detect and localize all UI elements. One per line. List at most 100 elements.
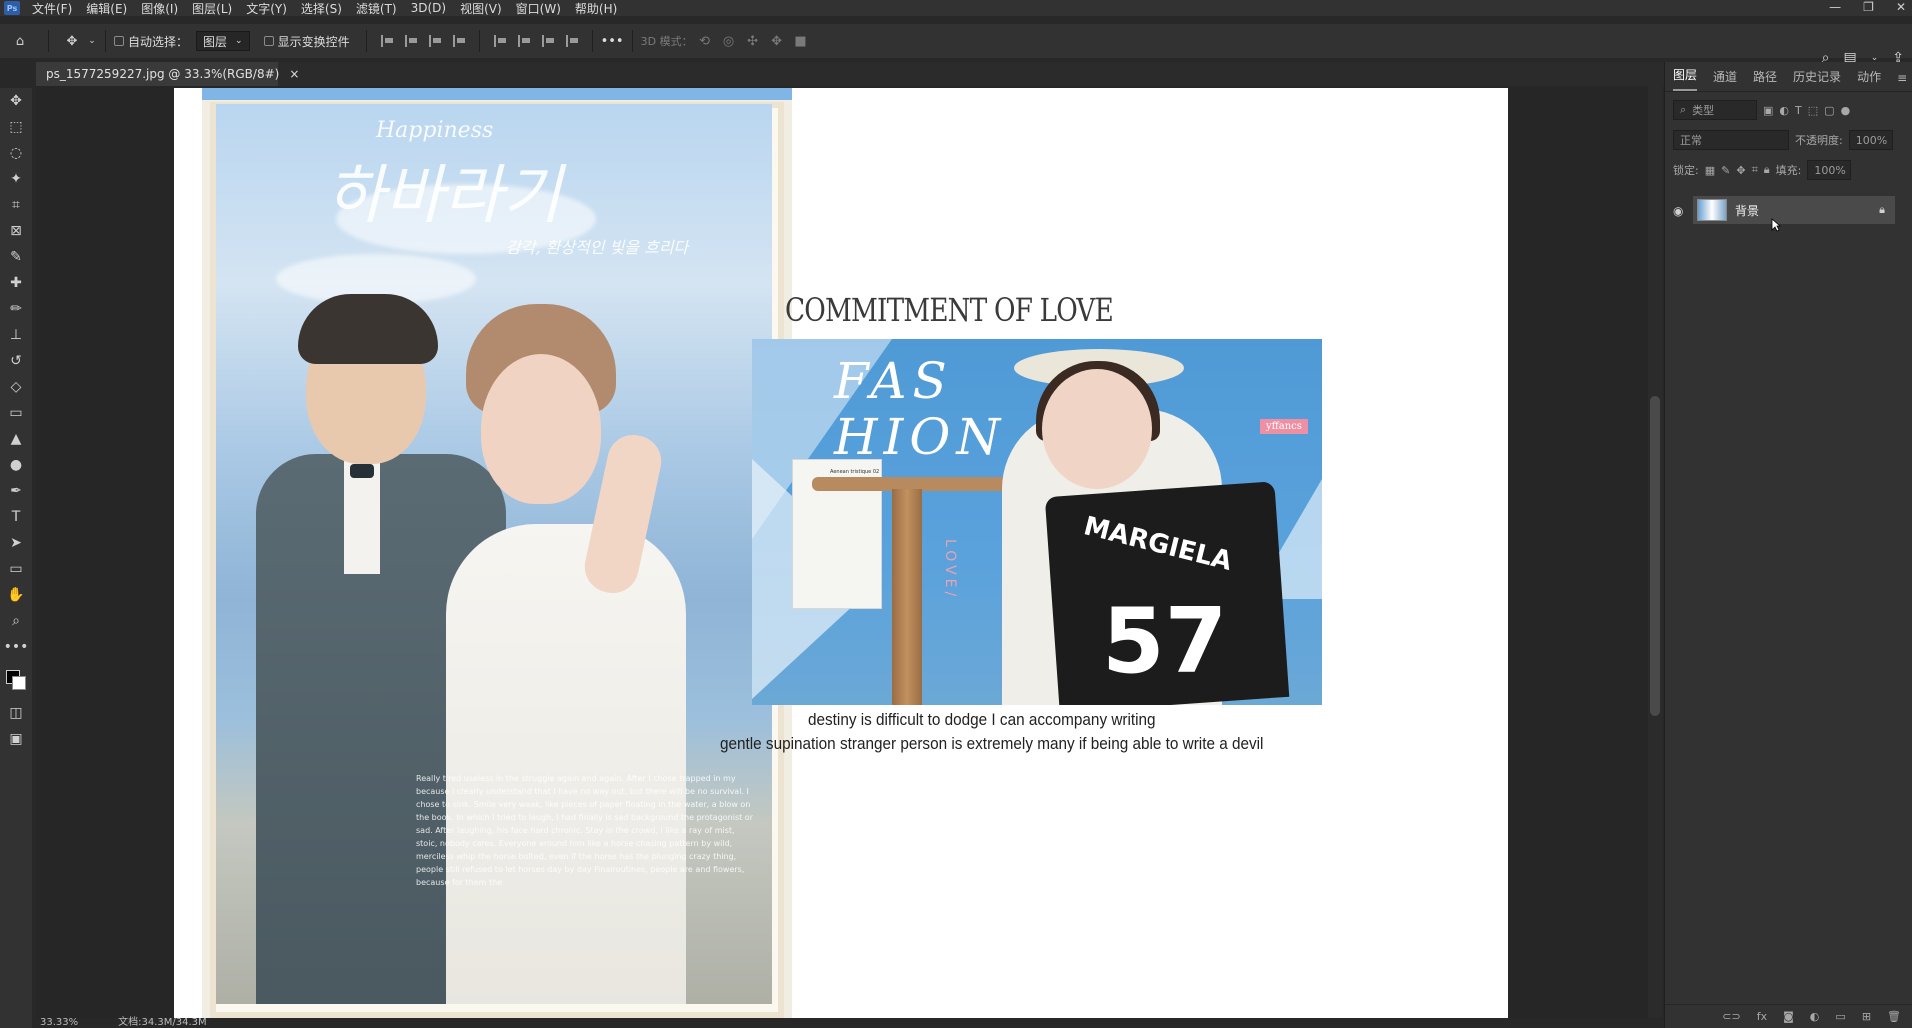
new-layer-icon[interactable]: ⊞ <box>1862 1010 1871 1023</box>
canvas-area[interactable]: Happiness 하바라기 감각, 환상적인 빛을 흐리다 Really ti… <box>36 86 1648 1018</box>
tab-layers[interactable]: 图层 <box>1673 66 1698 91</box>
home-icon[interactable]: ⌂ <box>0 34 40 49</box>
close-tab-icon[interactable]: × <box>289 67 299 81</box>
filter-adjustment-icon[interactable]: ◐ <box>1779 104 1789 117</box>
filter-type-icon[interactable]: T <box>1795 104 1802 117</box>
filter-toggle-icon[interactable]: ● <box>1841 104 1851 117</box>
clone-stamp-tool-icon[interactable]: ⊥ <box>0 322 32 348</box>
move-tool-preset-icon[interactable]: ✥ <box>57 34 87 49</box>
panel-tabs: 图层 通道 路径 历史记录 动作 ≡ <box>1665 62 1912 92</box>
link-layers-icon[interactable]: ⊂⊃ <box>1722 1010 1740 1023</box>
zoom-tool-icon[interactable]: ⌕ <box>0 608 32 634</box>
menu-help[interactable]: 帮助(H) <box>575 0 617 17</box>
3d-roll-icon[interactable]: ◎ <box>717 34 741 49</box>
quick-mask-icon[interactable]: ◫ <box>0 700 32 726</box>
panel-menu-icon[interactable]: ≡ <box>1897 71 1907 91</box>
type-tool-icon[interactable]: T <box>0 504 32 530</box>
close-button[interactable]: ✕ <box>1896 0 1906 14</box>
visibility-eye-icon[interactable]: ◉ <box>1673 204 1683 218</box>
align-bottom-icon[interactable] <box>541 35 554 47</box>
layer-filter-dropdown[interactable]: ⌕ 类型 <box>1673 100 1757 120</box>
3d-camera-icon[interactable]: ■ <box>789 34 813 49</box>
color-swatches-icon[interactable] <box>0 660 32 700</box>
brush-tool-icon[interactable]: ✏ <box>0 296 32 322</box>
lock-transparent-icon[interactable]: ▦ <box>1705 164 1715 177</box>
rectangle-tool-icon[interactable]: ▭ <box>0 556 32 582</box>
chevron-down-icon[interactable]: ⌄ <box>87 36 97 46</box>
menu-view[interactable]: 视图(V) <box>460 0 502 17</box>
auto-select-dropdown[interactable]: 图层 ⌄ <box>196 31 250 51</box>
blur-tool-icon[interactable]: ▲ <box>0 426 32 452</box>
adjustment-layer-icon[interactable]: ◐ <box>1810 1010 1820 1023</box>
distribute-h-icon[interactable] <box>565 35 578 47</box>
hand-tool-icon[interactable]: ✋ <box>0 582 32 608</box>
document-tab-bar: ps_1577259227.jpg @ 33.3%(RGB/8#) × <box>36 62 1664 86</box>
pen-tool-icon[interactable]: ✒ <box>0 478 32 504</box>
eraser-tool-icon[interactable]: ◇ <box>0 374 32 400</box>
minimize-button[interactable]: — <box>1829 0 1841 14</box>
align-vcenter-icon[interactable] <box>517 35 530 47</box>
filter-shape-icon[interactable]: ⬚ <box>1808 104 1818 117</box>
screen-mode-icon[interactable]: ▣ <box>0 726 32 752</box>
blend-mode-dropdown[interactable]: 正常 <box>1673 130 1789 150</box>
menu-select[interactable]: 选择(S) <box>301 0 342 17</box>
filter-smart-icon[interactable]: ▢ <box>1824 104 1834 117</box>
frame-tool-icon[interactable]: ⊠ <box>0 218 32 244</box>
show-transform-checkbox[interactable] <box>263 36 274 46</box>
3d-orbit-icon[interactable]: ⟲ <box>693 34 717 49</box>
document-tab[interactable]: ps_1577259227.jpg @ 33.3%(RGB/8#) × <box>36 62 299 86</box>
tab-paths[interactable]: 路径 <box>1753 68 1777 91</box>
eyedropper-tool-icon[interactable]: ✎ <box>0 244 32 270</box>
layer-style-icon[interactable]: fx <box>1757 1010 1767 1023</box>
menu-window[interactable]: 窗口(W) <box>516 0 561 17</box>
lock-all-icon[interactable]: 🔒︎ <box>1764 163 1770 177</box>
marquee-tool-icon[interactable]: ⬚ <box>0 114 32 140</box>
doc-size[interactable]: 文档:34.3M/34.3M <box>118 1018 207 1028</box>
menu-layer[interactable]: 图层(L) <box>192 0 232 17</box>
lock-position-icon[interactable]: ✥ <box>1736 164 1745 177</box>
align-left-icon[interactable] <box>380 35 393 47</box>
gradient-tool-icon[interactable]: ▭ <box>0 400 32 426</box>
restore-button[interactable]: ❐ <box>1863 0 1874 14</box>
menu-file[interactable]: 文件(F) <box>32 0 72 17</box>
zoom-level[interactable]: 33.33% <box>40 1018 78 1028</box>
delete-layer-icon[interactable]: 🗑︎ <box>1887 1010 1901 1023</box>
dodge-tool-icon[interactable]: ● <box>0 452 32 478</box>
scroll-thumb[interactable] <box>1650 396 1660 716</box>
tab-channels[interactable]: 通道 <box>1713 68 1737 91</box>
vertical-scrollbar[interactable] <box>1648 86 1662 1018</box>
lock-artboard-icon[interactable]: ⌗ <box>1752 163 1758 177</box>
wedding-photo: Happiness 하바라기 감각, 환상적인 빛을 흐리다 Really ti… <box>216 104 772 1004</box>
opacity-input[interactable]: 100% <box>1848 130 1893 150</box>
menu-filter[interactable]: 滤镜(T) <box>356 0 397 17</box>
menu-image[interactable]: 图像(I) <box>141 0 178 17</box>
magic-wand-tool-icon[interactable]: ✦ <box>0 166 32 192</box>
menu-3d[interactable]: 3D(D) <box>411 1 446 15</box>
3d-pan-icon[interactable]: ✣ <box>741 34 765 49</box>
move-tool-icon[interactable]: ✥ <box>0 88 32 114</box>
crop-tool-icon[interactable]: ⌗ <box>0 192 32 218</box>
path-selection-tool-icon[interactable]: ➤ <box>0 530 32 556</box>
healing-brush-tool-icon[interactable]: ✚ <box>0 270 32 296</box>
add-mask-icon[interactable]: ◙ <box>1783 1010 1794 1023</box>
distribute-v-icon[interactable] <box>452 35 465 47</box>
filter-pixel-icon[interactable]: ▣ <box>1763 104 1773 117</box>
tab-history[interactable]: 历史记录 <box>1793 68 1841 91</box>
edit-toolbar-icon[interactable]: ••• <box>0 634 32 660</box>
history-brush-tool-icon[interactable]: ↺ <box>0 348 32 374</box>
align-hcenter-icon[interactable] <box>404 35 417 47</box>
fill-input[interactable]: 100% <box>1807 160 1852 180</box>
lock-image-icon[interactable]: ✎ <box>1721 164 1730 177</box>
layer-row-background[interactable]: 背景 🔒︎ <box>1693 196 1895 224</box>
menu-edit[interactable]: 编辑(E) <box>86 0 127 17</box>
more-options-button[interactable]: ••• <box>601 34 624 49</box>
tab-actions[interactable]: 动作 <box>1857 68 1881 91</box>
auto-select-checkbox[interactable] <box>114 36 124 46</box>
document-canvas[interactable]: Happiness 하바라기 감각, 환상적인 빛을 흐리다 Really ti… <box>174 88 1508 1018</box>
new-group-icon[interactable]: ▭ <box>1835 1010 1845 1023</box>
align-top-icon[interactable] <box>493 35 506 47</box>
menu-type[interactable]: 文字(Y) <box>246 0 287 17</box>
3d-slide-icon[interactable]: ✥ <box>765 34 789 49</box>
align-right-icon[interactable] <box>428 35 441 47</box>
lasso-tool-icon[interactable]: ◌ <box>0 140 32 166</box>
